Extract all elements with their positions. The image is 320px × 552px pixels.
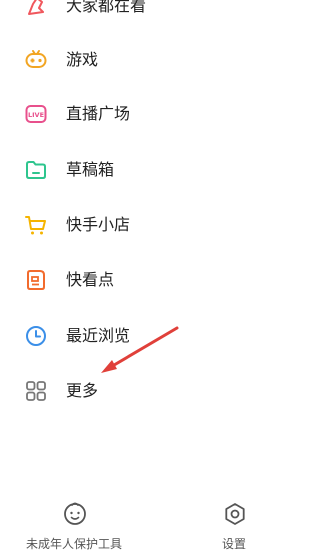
menu-item-label: 大家都在看	[66, 0, 147, 15]
menu-item-recent[interactable]: 最近浏览	[0, 318, 200, 354]
menu-item-live-plaza[interactable]: LIVE 直播广场	[0, 96, 200, 132]
menu-item-more[interactable]: 更多	[0, 373, 200, 409]
child-face-icon[interactable]	[62, 501, 88, 527]
thumb-icon	[24, 0, 48, 18]
minor-protection-label[interactable]: 未成年人保护工具	[26, 535, 122, 552]
menu-item-label: 更多	[66, 381, 99, 400]
settings-icon[interactable]	[222, 501, 248, 527]
menu-item-drafts[interactable]: 草稿箱	[0, 152, 200, 188]
folder-icon	[24, 158, 48, 182]
menu-item-label: 草稿箱	[66, 160, 115, 179]
menu-item-label: 快手小店	[66, 215, 131, 234]
menu-item-kuaikandian[interactable]: 快看点	[0, 262, 200, 298]
menu-item-games[interactable]: 游戏	[0, 42, 200, 78]
document-icon	[24, 268, 48, 292]
svg-text:LIVE: LIVE	[28, 111, 44, 119]
menu-item-label: 最近浏览	[66, 326, 131, 345]
cart-icon	[24, 213, 48, 237]
menu-item-trending[interactable]: 大家都在看	[0, 0, 200, 24]
gamepad-icon	[24, 48, 48, 72]
grid-icon	[24, 379, 48, 403]
live-icon: LIVE	[24, 102, 48, 126]
menu-item-label: 直播广场	[66, 104, 131, 123]
menu-item-label: 游戏	[66, 50, 99, 69]
settings-label[interactable]: 设置	[222, 535, 246, 552]
menu-item-shop[interactable]: 快手小店	[0, 207, 200, 243]
menu-item-label: 快看点	[66, 270, 115, 289]
bottom-bar: 未成年人保护工具 设置	[0, 495, 263, 551]
clock-icon	[24, 324, 48, 348]
